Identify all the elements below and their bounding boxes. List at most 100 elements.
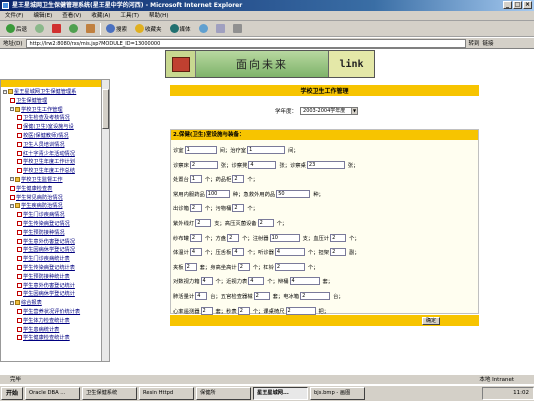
quantity-input[interactable]: 4 [232, 248, 245, 257]
quantity-input[interactable]: 2 [189, 160, 218, 169]
expand-toggle-icon[interactable]: - [10, 177, 14, 182]
start-button[interactable]: 开始 [1, 387, 24, 400]
nav-tree-item[interactable]: - 学校卫生监督工作 [1, 176, 109, 185]
quantity-input[interactable]: 1 [247, 146, 286, 154]
chevron-down-icon[interactable]: ▼ [351, 108, 358, 114]
nav-tree-item[interactable]: 学生意外伤害登记统计 [1, 282, 109, 291]
quantity-input[interactable]: 100 [205, 189, 230, 198]
quantity-input[interactable]: 2 [285, 306, 316, 315]
quantity-input[interactable]: 2 [189, 204, 202, 213]
stop-button[interactable] [49, 22, 64, 35]
quantity-input[interactable]: 4 [248, 277, 265, 286]
quantity-input[interactable]: 2 [330, 233, 347, 242]
links-button[interactable]: 链接 [483, 39, 494, 47]
quantity-input[interactable]: 2 [227, 233, 240, 242]
nav-tree-item[interactable]: - 学校卫生工作管理 [1, 106, 109, 115]
forward-button[interactable] [32, 22, 47, 35]
quantity-input[interactable]: 2 [237, 262, 250, 271]
nav-tree-item[interactable]: 学生患病统计表 [1, 326, 109, 335]
quantity-input[interactable]: 2 [232, 175, 245, 184]
nav-tree-item[interactable]: 学生门诊疾病情况 [1, 211, 109, 220]
taskbar-task[interactable]: 保健所 [196, 387, 252, 400]
year-select[interactable]: 2003-2004学年度 ▼ [300, 107, 359, 115]
nav-tree-item[interactable]: 学校卫生年度工作总结 [1, 167, 109, 176]
menu-item[interactable]: 收藏(A) [86, 11, 115, 21]
taskbar-task[interactable]: bjs.bmp - 画图 [310, 387, 366, 400]
expand-toggle-icon[interactable]: - [10, 203, 14, 208]
quantity-input[interactable]: 50 [276, 189, 311, 198]
quantity-input[interactable]: 2 [184, 262, 197, 271]
taskbar-task[interactable]: Oracle DBA ... [25, 387, 81, 400]
scrollbar-thumb[interactable] [102, 89, 109, 129]
nav-scrollbar[interactable] [101, 80, 109, 361]
menu-item[interactable]: 查看(V) [57, 11, 86, 21]
quantity-input[interactable]: 1 [189, 175, 202, 184]
nav-tree-item[interactable]: 学生预防接种统计表 [1, 273, 109, 282]
nav-tree-item[interactable]: 学生传染病登记统计表 [1, 264, 109, 273]
nav-tree-item[interactable]: 红十字青少年活动情况 [1, 150, 109, 159]
nav-tree-item[interactable]: - 学生疾病防治情况 [1, 202, 109, 211]
nav-tree-item[interactable]: 学生意外伤害登记情况 [1, 238, 109, 247]
quantity-input[interactable]: 23 [306, 160, 345, 169]
quantity-input[interactable]: 2 [200, 306, 213, 315]
media-button[interactable]: 媒体 [167, 22, 194, 35]
nav-tree-item[interactable]: 学生因病休学登记统计 [1, 290, 109, 299]
nav-tree-item[interactable]: 卫生人员培训情况 [1, 141, 109, 150]
confirm-button[interactable]: 确定 [422, 317, 440, 325]
quantity-input[interactable]: 4 [248, 160, 277, 169]
nav-tree-item[interactable]: 校医(保健教师)情况 [1, 132, 109, 141]
print-button[interactable] [230, 22, 245, 35]
quantity-input[interactable]: 4 [200, 277, 213, 286]
nav-tree-item[interactable]: 学生常见病防治情况 [1, 194, 109, 203]
banner-link[interactable]: link [329, 51, 374, 77]
home-button[interactable] [83, 22, 98, 35]
quantity-input[interactable]: 10 [269, 233, 300, 242]
expand-toggle-icon[interactable]: - [10, 300, 14, 305]
go-button[interactable]: 转到 [469, 39, 480, 47]
quantity-input[interactable]: 2 [300, 292, 331, 300]
minimize-button[interactable]: _ [503, 1, 512, 9]
nav-tree-item[interactable]: 学生体力检查统计表 [1, 317, 109, 326]
back-button[interactable]: 后退 [3, 22, 30, 35]
nav-tree-item[interactable]: 卫生保健管理 [1, 97, 109, 106]
mail-button[interactable] [213, 22, 228, 35]
quantity-input[interactable]: 4 [189, 248, 202, 257]
refresh-button[interactable] [66, 22, 81, 35]
address-input[interactable]: http://lrw2:8080/rxs/mis.jsp?MODULE_ID=1… [25, 38, 466, 48]
nav-tree-item[interactable]: 学生健康检查统计表 [1, 334, 109, 343]
quantity-input[interactable]: 4 [289, 277, 320, 286]
nav-tree-item[interactable]: 学校卫生年度工作计划 [1, 158, 109, 167]
menu-item[interactable]: 帮助(H) [144, 11, 173, 21]
taskbar-task[interactable]: 星王星城网... [253, 387, 309, 400]
nav-tree-item[interactable]: 学生因病休学登记情况 [1, 246, 109, 255]
quantity-input[interactable]: 2 [330, 248, 347, 257]
nav-tree-item[interactable]: - 星王星城网卫生保健管理系 [1, 88, 109, 97]
quantity-input[interactable]: 2 [232, 204, 245, 213]
menu-item[interactable]: 编辑(E) [28, 11, 57, 21]
nav-tree-item[interactable]: 学生营养状况评价统计表 [1, 308, 109, 317]
nav-tree-item[interactable]: 保健(卫生)室设施与设 [1, 123, 109, 132]
quantity-input[interactable]: 2 [195, 219, 212, 227]
nav-tree-item[interactable]: 学生预防接种情况 [1, 229, 109, 238]
nav-tree-item[interactable]: 学生健康检查表 [1, 185, 109, 194]
maximize-button[interactable]: □ [513, 1, 522, 9]
quantity-input[interactable]: 4 [195, 292, 208, 300]
favorites-button[interactable]: 收藏夹 [132, 22, 165, 35]
nav-tree-item[interactable]: 卫生检查及考核情况 [1, 114, 109, 123]
quantity-input[interactable]: 4 [274, 248, 305, 257]
expand-toggle-icon[interactable]: - [3, 89, 7, 94]
quantity-input[interactable]: 2 [237, 306, 250, 315]
quantity-input[interactable]: 2 [189, 233, 202, 242]
search-button[interactable]: 搜索 [103, 22, 130, 35]
quantity-input[interactable]: 2 [257, 219, 274, 227]
quantity-input[interactable]: 2 [274, 262, 305, 271]
menu-item[interactable]: 工具(T) [115, 11, 144, 21]
nav-tree-item[interactable]: - 综合报表 [1, 299, 109, 308]
taskbar-task[interactable]: 卫生保健系统 [82, 387, 138, 400]
close-button[interactable]: × [523, 1, 532, 9]
taskbar-task[interactable]: Resin Httpd [139, 387, 195, 400]
quantity-input[interactable]: 1 [184, 146, 217, 154]
nav-tree-item[interactable]: 学生门诊疾病统计表 [1, 255, 109, 264]
nav-tree-item[interactable]: 学生传染病登记情况 [1, 220, 109, 229]
history-button[interactable] [196, 22, 211, 35]
